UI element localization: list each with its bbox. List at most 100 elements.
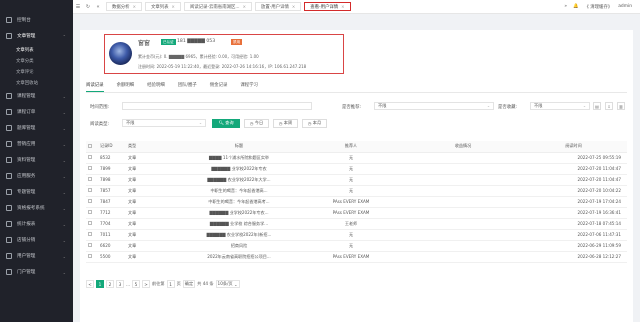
sidebar-item-reports[interactable]: 统计报表 ⌄ bbox=[0, 216, 73, 232]
this-month-button[interactable]: ◷ 本月 bbox=[302, 118, 327, 128]
sidebar-item-users[interactable]: 用户管理 ⌄ bbox=[0, 248, 73, 264]
print-icon[interactable]: ▤ bbox=[593, 102, 601, 110]
col-header-id[interactable]: 记录ID bbox=[98, 141, 126, 153]
sidebar-item-exam-system[interactable]: 资格报考系统 ⌄ bbox=[0, 200, 73, 216]
tab-commission[interactable]: 佣金记录 bbox=[210, 82, 228, 92]
tab-read-records[interactable]: 阅读记录 bbox=[86, 82, 104, 92]
table-row[interactable]: 7704 文章 ▇▇▇▇▇▇ 业学校 综合服务学... 王老师 2022-07-18 0… bbox=[86, 218, 627, 230]
sidebar-subitem-article-category[interactable]: 文章分类 bbox=[0, 55, 73, 66]
tab-user-detail-view[interactable]: 查看-用户详情 × bbox=[304, 2, 351, 11]
row-checkbox-cell[interactable] bbox=[86, 251, 98, 263]
refresh-icon[interactable]: ↻ bbox=[83, 4, 93, 10]
close-icon[interactable]: × bbox=[133, 4, 136, 9]
page-size-select[interactable]: 10条/页 ⌄ bbox=[215, 280, 240, 288]
sidebar-item-marketing[interactable]: 营销应用 ⌄ bbox=[0, 136, 73, 152]
table-row[interactable]: 7712 文章 ▇▇▇▇▇▇ 业学校2022年专农... PAss EVERY EXA… bbox=[86, 207, 627, 219]
row-checkbox-cell[interactable] bbox=[86, 207, 98, 219]
row-checkbox[interactable] bbox=[88, 155, 92, 159]
row-checkbox-cell[interactable] bbox=[86, 185, 98, 197]
columns-icon[interactable]: ▥ bbox=[617, 102, 625, 110]
collect-select[interactable]: 不限 ⌄ bbox=[530, 102, 590, 110]
recommend-select[interactable]: 不限 ⌄ bbox=[374, 102, 494, 110]
menu-toggle-icon[interactable]: ☰ bbox=[73, 4, 83, 10]
table-row[interactable]: 7011 文章 ▇▇▇▇▇▇ 农业学校2022年(新招... 无 2022-07-06 … bbox=[86, 229, 627, 241]
sidebar-subitem-article-comments[interactable]: 文章评论 bbox=[0, 66, 73, 77]
sidebar-item-app-services[interactable]: 应用服务 ⌄ bbox=[0, 168, 73, 184]
table-row[interactable]: 7899 文章 ▇▇▇▇▇▇ 业学校2022年专农无 2022-07-20 11:04… bbox=[86, 163, 627, 175]
row-checkbox[interactable] bbox=[88, 254, 92, 258]
close-icon[interactable]: × bbox=[243, 4, 246, 9]
time-range-input[interactable] bbox=[122, 102, 312, 110]
table-row[interactable]: 6620 文章 招商风险无 2022-06-29 11:09:59 bbox=[86, 240, 627, 252]
select-all-cell[interactable] bbox=[86, 141, 98, 153]
table-row[interactable]: 7857 文章 中职生的喝音：今年起香港高... 无 2022-07-20 10:04:… bbox=[86, 185, 627, 197]
row-checkbox-cell[interactable] bbox=[86, 196, 98, 208]
page-2[interactable]: 2 bbox=[106, 280, 114, 288]
tab-exp-detail[interactable]: 经验明细 bbox=[147, 82, 165, 92]
table-row[interactable]: 5500 文章 2022年云南省高职院招招公项目... PAss EVERY EXAM… bbox=[86, 251, 627, 263]
table-row[interactable]: 7847 文章 中职生的喝音：今年起香港高考... PAss EVERY EXAM 20… bbox=[86, 196, 627, 208]
goto-confirm-button[interactable]: 确定 bbox=[182, 280, 196, 288]
sidebar-item-question-bank[interactable]: 题库管理 ⌄ bbox=[0, 120, 73, 136]
sidebar-item-materials[interactable]: 资料管理 ⌄ bbox=[0, 152, 73, 168]
prev-page-button[interactable]: < bbox=[86, 280, 94, 288]
tab-data-analysis[interactable]: 数据分析 × bbox=[106, 2, 142, 11]
goto-page-input[interactable]: 1 bbox=[166, 280, 175, 288]
row-checkbox[interactable] bbox=[88, 166, 92, 170]
tab-course-study[interactable]: 课程学习 bbox=[240, 82, 258, 92]
query-button[interactable]: 🔍︎ 查询 bbox=[212, 118, 240, 128]
tab-team[interactable]: 团队/圈子 bbox=[178, 82, 197, 92]
tab-article-list[interactable]: 文章列表 × bbox=[144, 2, 181, 11]
tab-read-records[interactable]: 阅读记录-云南省南湖区... × bbox=[183, 2, 252, 11]
tab-user-detail-placed[interactable]: 放置-用户详情 × bbox=[254, 2, 302, 11]
sidebar-subitem-article-trash[interactable]: 文章回收站 bbox=[0, 77, 73, 88]
sidebar-item-courses[interactable]: 课程管理 ⌄ bbox=[0, 88, 73, 104]
row-checkbox[interactable] bbox=[88, 177, 92, 181]
table-row[interactable]: 7898 文章 ▇▇▇▇▇▇ 农业学校2022年大学... 无 2022-07-20 1… bbox=[86, 174, 627, 186]
col-header-read-time[interactable]: 阅读时间 bbox=[518, 141, 627, 153]
col-header-title[interactable]: 标题 bbox=[182, 141, 294, 153]
close-icon[interactable]: × bbox=[292, 4, 295, 9]
col-header-referrer[interactable]: 推荐人 bbox=[294, 141, 406, 153]
row-checkbox-cell[interactable] bbox=[86, 174, 98, 186]
page-3[interactable]: 3 bbox=[116, 280, 124, 288]
this-week-button[interactable]: ◷ 本周 bbox=[273, 118, 298, 128]
export-icon[interactable]: ⇩ bbox=[605, 102, 613, 110]
sidebar-item-topics[interactable]: 专题管理 ⌄ bbox=[0, 184, 73, 200]
close-icon[interactable]: × bbox=[172, 4, 175, 9]
row-checkbox-cell[interactable] bbox=[86, 163, 98, 175]
row-checkbox[interactable] bbox=[88, 221, 92, 225]
row-checkbox[interactable] bbox=[88, 199, 92, 203]
row-checkbox-cell[interactable] bbox=[86, 218, 98, 230]
sidebar-item-portal[interactable]: 门户管理 ⌄ bbox=[0, 264, 73, 280]
next-page-button[interactable]: > bbox=[142, 280, 150, 288]
row-checkbox[interactable] bbox=[88, 210, 92, 214]
row-checkbox[interactable] bbox=[88, 188, 92, 192]
read-type-select[interactable]: 不限 ⌄ bbox=[122, 119, 206, 127]
prev-tab-icon[interactable]: « bbox=[93, 4, 103, 10]
sidebar-item-orders[interactable]: 课程订单 ⌄ bbox=[0, 104, 73, 120]
notification-icon[interactable]: 🔔 bbox=[573, 4, 578, 9]
sidebar-item-dashboard[interactable]: 控制台 bbox=[0, 12, 73, 28]
col-header-income[interactable]: 收益情况 bbox=[406, 141, 518, 153]
select-all-checkbox[interactable] bbox=[88, 143, 92, 148]
user-menu[interactable]: admin bbox=[618, 4, 632, 9]
clear-cache-link[interactable]: 《 清理缓存》 bbox=[584, 4, 612, 10]
sidebar-subitem-article-list[interactable]: 文章列表 bbox=[0, 44, 73, 55]
today-button[interactable]: ◷ 今日 bbox=[244, 118, 269, 128]
next-tab-icon[interactable]: » bbox=[564, 4, 567, 9]
row-checkbox[interactable] bbox=[88, 232, 92, 236]
row-checkbox[interactable] bbox=[88, 243, 92, 247]
close-icon[interactable]: × bbox=[341, 4, 344, 9]
col-header-type[interactable]: 类型 bbox=[126, 141, 182, 153]
sidebar-item-distribution[interactable]: 店铺分销 ⌄ bbox=[0, 232, 73, 248]
row-checkbox-cell[interactable] bbox=[86, 229, 98, 241]
row-checkbox-cell[interactable] bbox=[86, 240, 98, 252]
page-1[interactable]: 1 bbox=[96, 280, 104, 288]
sidebar-item-articles[interactable]: 文章管理 ⌃ bbox=[0, 28, 73, 44]
tab-balance-detail[interactable]: 余额明细 bbox=[117, 82, 135, 92]
table-row[interactable]: 8532 文章 ▇▇▇▇ 11个浦水所院和题区实举无 2022-07-25 09:55… bbox=[86, 152, 627, 164]
page-5[interactable]: 5 bbox=[132, 280, 140, 288]
row-checkbox-cell[interactable] bbox=[86, 152, 98, 164]
total-count: 共 44 条 bbox=[197, 281, 214, 286]
